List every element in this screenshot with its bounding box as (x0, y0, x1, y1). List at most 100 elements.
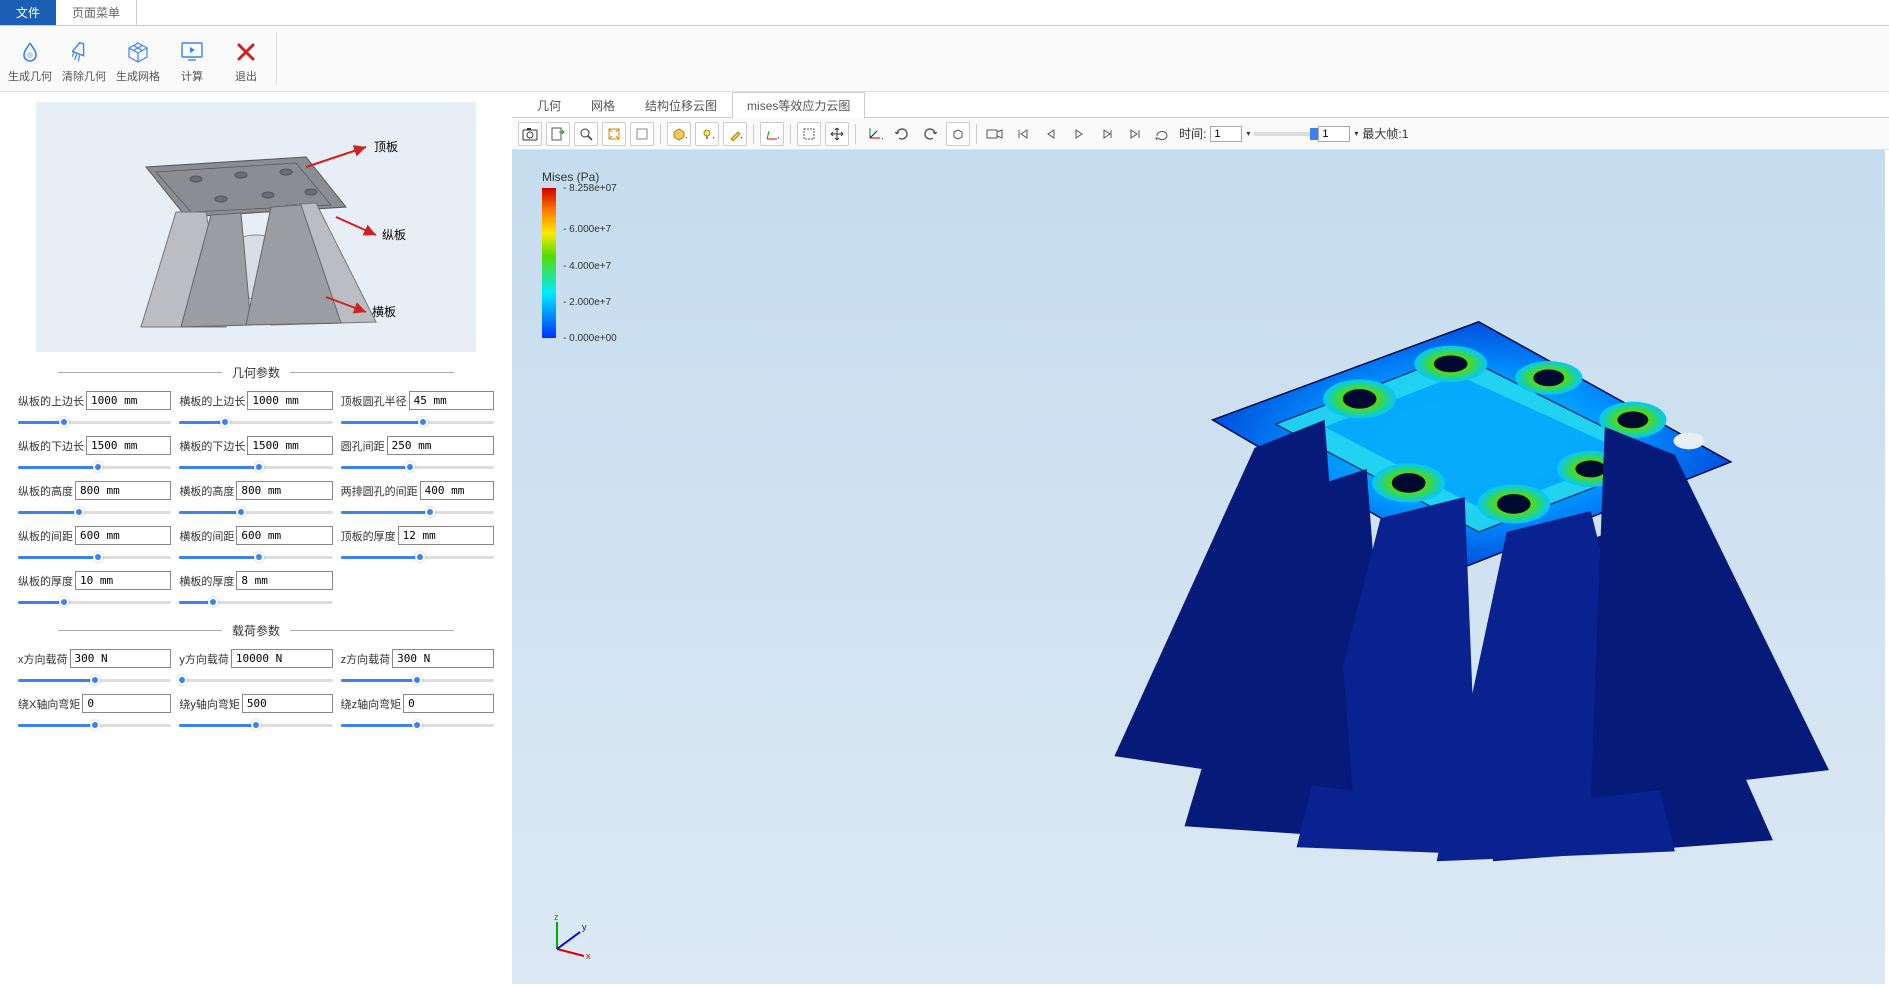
param-slider[interactable] (18, 414, 171, 430)
ribbon-calculate[interactable]: 计算 (166, 28, 218, 89)
param-input[interactable] (75, 526, 171, 545)
param-slider[interactable] (18, 459, 171, 475)
param-label: 横板的上边长 (179, 393, 245, 409)
param-绕z轴向弯矩: 绕z轴向弯矩 (341, 694, 494, 733)
param-slider[interactable] (179, 504, 332, 520)
svg-text:▾: ▾ (741, 136, 742, 141)
param-slider[interactable] (18, 594, 171, 610)
view-tab-网格[interactable]: 网格 (576, 92, 630, 118)
param-slider[interactable] (179, 672, 332, 688)
svg-text:顶板: 顶板 (374, 140, 398, 154)
param-slider[interactable] (341, 672, 494, 688)
param-纵板的上边长: 纵板的上边长 (18, 391, 171, 430)
param-input[interactable] (398, 526, 494, 545)
next-frame-icon[interactable] (1095, 122, 1119, 146)
param-input[interactable] (387, 436, 494, 455)
box-icon[interactable] (630, 122, 654, 146)
axis-xyz-icon[interactable]: ▾ (862, 122, 886, 146)
param-input[interactable] (392, 649, 494, 668)
result-3d-view[interactable]: Mises (Pa) - 8.258e+07- 6.000e+7- 4.000e… (512, 150, 1885, 984)
light-icon[interactable]: ▾ (695, 122, 719, 146)
left-panel: 顶板 纵板 横板 几何参数 纵板的上边长 横板的上边长 顶板圆孔半径 纵板的下边… (0, 92, 512, 988)
param-input[interactable] (86, 436, 171, 455)
param-slider[interactable] (18, 717, 171, 733)
param-slider[interactable] (18, 549, 171, 565)
ribbon-generate-geometry[interactable]: 生成几何 (4, 28, 56, 89)
video-camera-icon[interactable] (983, 122, 1007, 146)
export-icon[interactable] (546, 122, 570, 146)
zoom-icon[interactable] (574, 122, 598, 146)
param-两排圆孔的间距: 两排圆孔的间距 (341, 481, 494, 520)
svg-text:▾: ▾ (778, 136, 779, 141)
play-icon[interactable] (1067, 122, 1091, 146)
fit-icon[interactable] (602, 122, 626, 146)
param-slider[interactable] (341, 504, 494, 520)
brush-color-icon[interactable]: ▾ (723, 122, 747, 146)
param-slider[interactable] (341, 717, 494, 733)
param-slider[interactable] (179, 717, 332, 733)
brush-icon (70, 38, 98, 66)
param-input[interactable] (247, 391, 332, 410)
param-input[interactable] (75, 571, 171, 590)
view-tabs: 几何网格结构位移云图mises等效应力云图 (512, 92, 1889, 118)
param-input[interactable] (75, 481, 171, 500)
param-slider[interactable] (18, 672, 171, 688)
param-横板的上边长: 横板的上边长 (179, 391, 332, 430)
time-input[interactable] (1210, 126, 1242, 142)
close-icon (232, 38, 260, 66)
param-input[interactable] (86, 391, 171, 410)
ribbon-clear-geometry[interactable]: 清除几何 (58, 28, 110, 89)
param-slider[interactable] (179, 459, 332, 475)
cube-outline-icon[interactable] (946, 122, 970, 146)
ribbon-label: 生成网格 (116, 68, 160, 84)
axis-x-icon[interactable]: ▾ (760, 122, 784, 146)
ribbon-exit[interactable]: 退出 (220, 28, 272, 89)
param-slider[interactable] (179, 549, 332, 565)
prev-frame-icon[interactable] (1039, 122, 1063, 146)
param-label: 横板的下边长 (179, 438, 245, 454)
rotate-ccw-icon[interactable] (890, 122, 914, 146)
max-frame-label: 最大帧:1 (1362, 125, 1408, 142)
last-frame-icon[interactable] (1123, 122, 1147, 146)
time-label: 时间: (1179, 125, 1206, 142)
rotate-cw-icon[interactable] (918, 122, 942, 146)
camera-icon[interactable] (518, 122, 542, 146)
param-input[interactable] (70, 649, 172, 668)
param-input[interactable] (409, 391, 494, 410)
param-input[interactable] (242, 694, 333, 713)
svg-text:▾: ▾ (882, 137, 883, 143)
param-slider[interactable] (179, 414, 332, 430)
param-input[interactable] (236, 526, 332, 545)
param-input[interactable] (82, 694, 171, 713)
select-box-icon[interactable] (797, 122, 821, 146)
section-load-title: 载荷参数 (58, 622, 454, 639)
param-label: 横板的高度 (179, 483, 234, 499)
param-slider[interactable] (341, 414, 494, 430)
geometry-params-grid: 纵板的上边长 横板的上边长 顶板圆孔半径 纵板的下边长 横板的下边长 圆孔间距 … (8, 391, 504, 610)
param-slider[interactable] (341, 459, 494, 475)
view-tab-几何[interactable]: 几何 (522, 92, 576, 118)
frame-slider[interactable] (1254, 132, 1314, 136)
ribbon-label: 清除几何 (62, 68, 106, 84)
first-frame-icon[interactable] (1011, 122, 1035, 146)
param-横板的厚度: 横板的厚度 (179, 571, 332, 610)
frame-input[interactable] (1318, 126, 1350, 142)
menu-tab-file[interactable]: 文件 (0, 0, 56, 25)
param-input[interactable] (236, 481, 332, 500)
param-input[interactable] (231, 649, 333, 668)
param-slider[interactable] (179, 594, 332, 610)
param-input[interactable] (247, 436, 332, 455)
menu-tab-page[interactable]: 页面菜单 (56, 0, 137, 25)
param-input[interactable] (420, 481, 494, 500)
ribbon-generate-mesh[interactable]: 生成网格 (112, 28, 164, 89)
loop-icon[interactable] (1151, 122, 1175, 146)
view-tab-mises等效应力云图[interactable]: mises等效应力云图 (732, 92, 865, 118)
param-slider[interactable] (18, 504, 171, 520)
move-icon[interactable] (825, 122, 849, 146)
param-slider[interactable] (341, 549, 494, 565)
view-tab-结构位移云图[interactable]: 结构位移云图 (630, 92, 732, 118)
cube-view-icon[interactable]: ▾ (667, 122, 691, 146)
legend-tick: - 2.000e+7 (563, 297, 611, 308)
param-input[interactable] (236, 571, 332, 590)
param-input[interactable] (403, 694, 494, 713)
